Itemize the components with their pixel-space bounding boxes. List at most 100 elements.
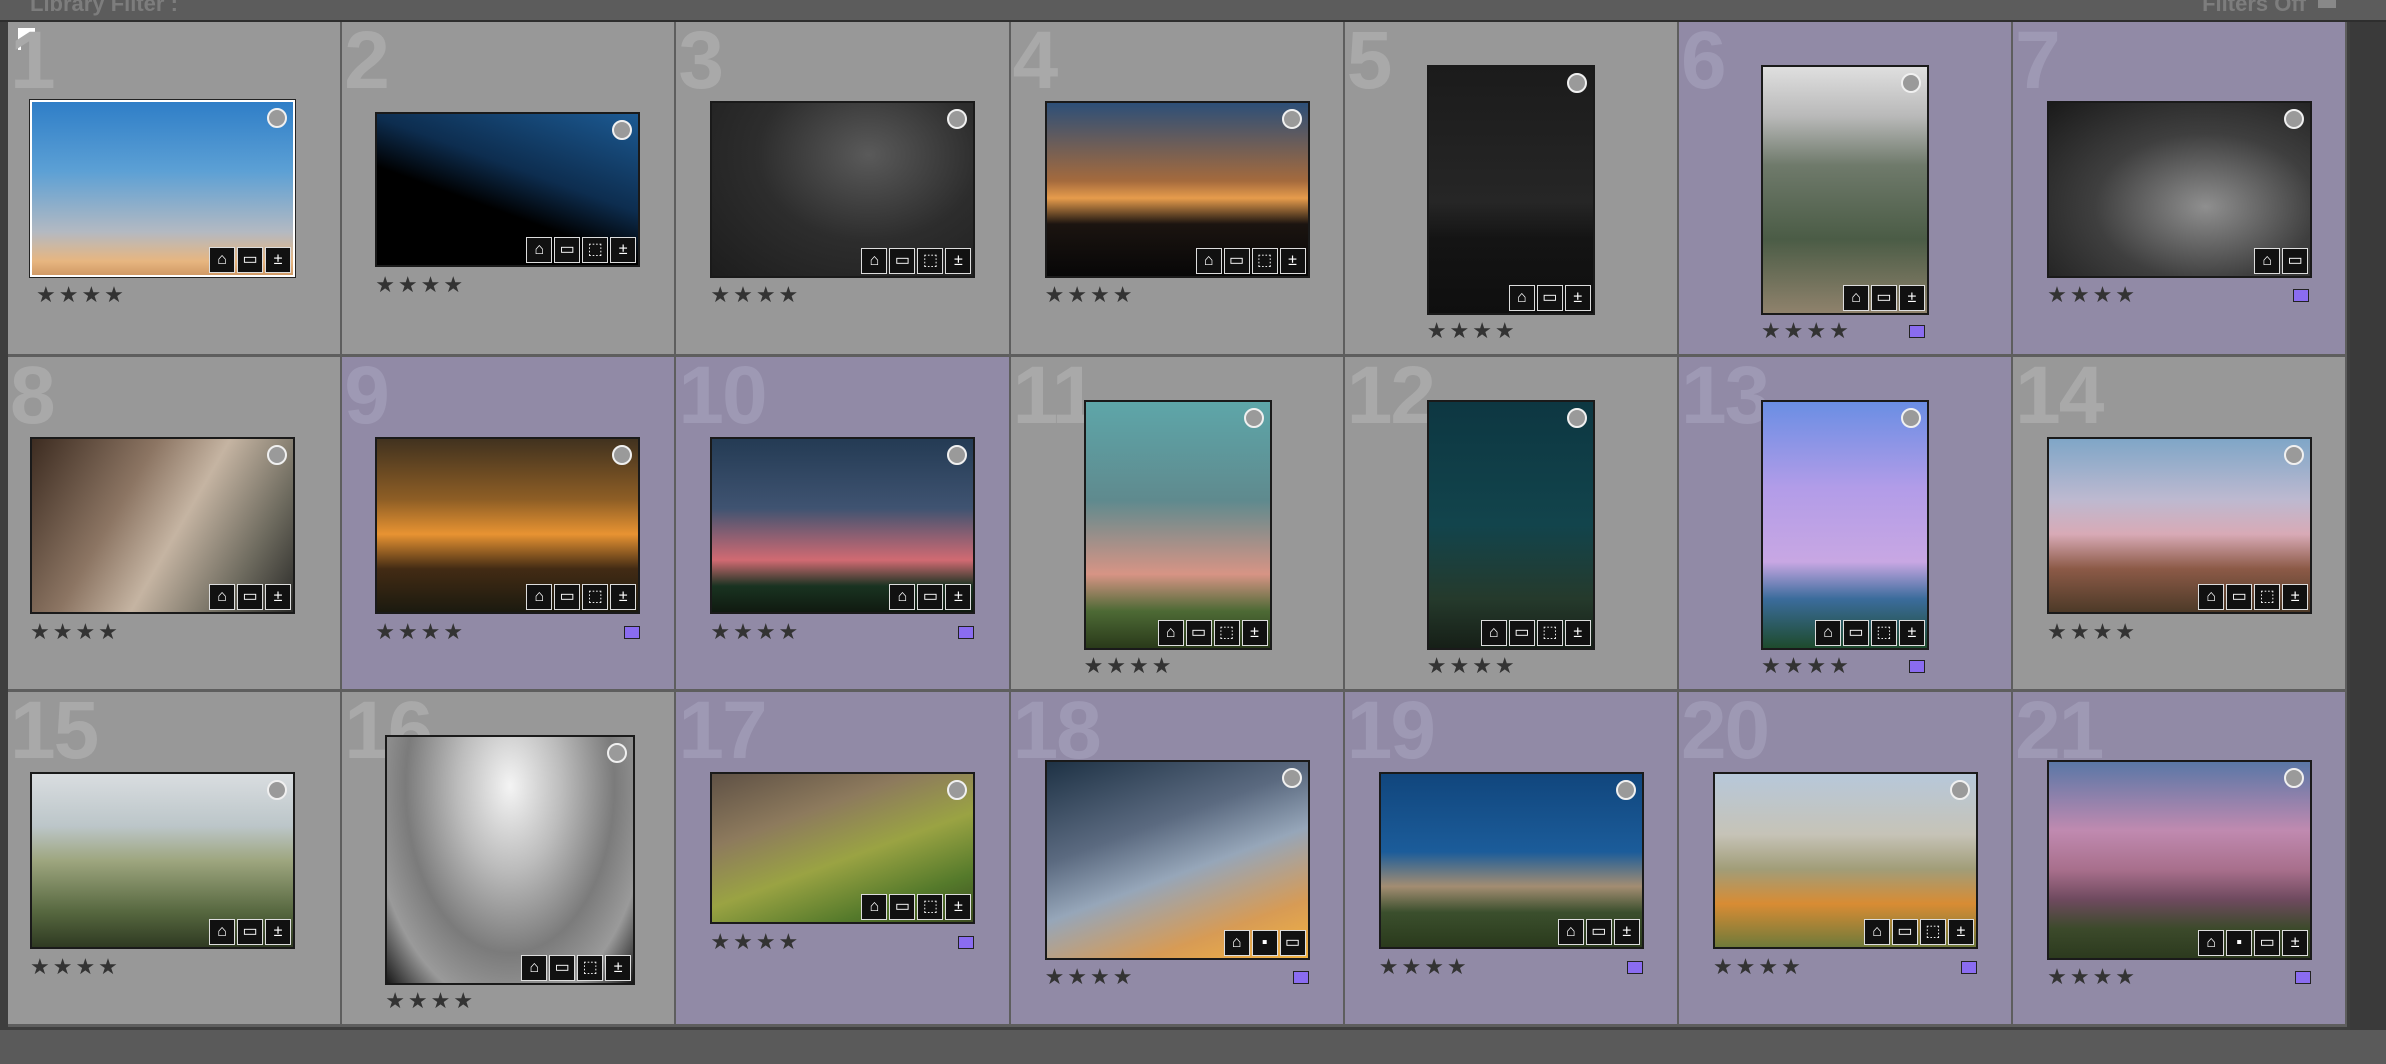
keyword-badge-icon[interactable]: ⌂ bbox=[889, 584, 916, 610]
photo-thumbnail[interactable]: ⌂ ▭ ⬚ ± bbox=[385, 735, 636, 985]
crop-badge-icon[interactable]: ▭ bbox=[1508, 620, 1535, 646]
crop-badge-icon[interactable]: ▭ bbox=[2282, 248, 2309, 274]
quick-collection-icon[interactable] bbox=[1566, 408, 1587, 428]
grid-cell[interactable]: 14 ⌂ ▭ ⬚ ± ★★★★ bbox=[2013, 357, 2348, 692]
collection-badge-icon[interactable]: ⬚ bbox=[1536, 620, 1563, 646]
develop-badge-icon[interactable]: ± bbox=[1564, 285, 1591, 311]
photo-thumbnail[interactable]: ⌂ ▭ bbox=[2047, 101, 2313, 278]
star-rating[interactable]: ★★★★ bbox=[1427, 318, 1518, 344]
photo-thumbnail[interactable]: ⌂ ▭ ⬚ ± bbox=[1426, 400, 1595, 650]
develop-badge-icon[interactable]: ± bbox=[1241, 620, 1268, 646]
develop-badge-icon[interactable]: ± bbox=[1947, 919, 1974, 945]
star-rating[interactable]: ★★★★ bbox=[710, 282, 801, 308]
keyword-badge-icon[interactable]: ⌂ bbox=[1842, 285, 1869, 311]
keyword-badge-icon[interactable]: ⌂ bbox=[861, 894, 888, 920]
develop-badge-icon[interactable]: ± bbox=[945, 894, 972, 920]
color-label[interactable] bbox=[1626, 961, 1643, 974]
crop-badge-icon[interactable]: ▭ bbox=[549, 955, 576, 981]
keyword-badge-icon[interactable]: ⌂ bbox=[1223, 930, 1250, 956]
develop-badge-icon[interactable]: ± bbox=[610, 584, 637, 610]
crop-badge-icon[interactable]: ▭ bbox=[889, 248, 916, 274]
quick-collection-icon[interactable] bbox=[2284, 445, 2305, 465]
develop-badge-icon[interactable]: ± bbox=[945, 584, 972, 610]
grid-cell[interactable]: 5 ⌂ ▭ ± ★★★★ bbox=[1344, 22, 1679, 357]
photo-thumbnail[interactable]: ⌂ ▭ ⬚ ± bbox=[375, 437, 641, 614]
photo-thumbnail[interactable]: ⌂ ▭ ± bbox=[30, 437, 295, 614]
quick-collection-icon[interactable] bbox=[1243, 408, 1264, 428]
quick-collection-icon[interactable] bbox=[267, 445, 287, 465]
grid-cell[interactable]: 21 ⌂ ▪ ▭ ± ★★★★ bbox=[2013, 692, 2348, 1027]
keyword-badge-icon[interactable]: ⌂ bbox=[526, 584, 553, 610]
quick-collection-icon[interactable] bbox=[612, 120, 633, 140]
collection-badge-icon[interactable]: ⬚ bbox=[917, 248, 944, 274]
develop-badge-icon[interactable]: ± bbox=[2282, 930, 2309, 956]
grid-cell[interactable]: 8 ⌂ ▭ ± ★★★★ bbox=[8, 357, 343, 692]
crop-badge-icon[interactable]: ▭ bbox=[1536, 285, 1563, 311]
photo-thumbnail[interactable]: ⌂ ▭ ± bbox=[30, 100, 295, 277]
color-label[interactable] bbox=[958, 936, 975, 949]
develop-badge-icon[interactable]: ± bbox=[945, 248, 972, 274]
star-rating[interactable]: ★★★★ bbox=[710, 619, 801, 645]
quick-collection-icon[interactable] bbox=[607, 743, 628, 763]
keyword-badge-icon[interactable]: ⌂ bbox=[1195, 248, 1222, 274]
photo-thumbnail[interactable]: ⌂ ▭ ⬚ ± bbox=[1044, 101, 1310, 278]
photo-thumbnail[interactable]: ⌂ ▭ ⬚ ± bbox=[710, 772, 976, 924]
keyword-badge-icon[interactable]: ⌂ bbox=[1157, 620, 1184, 646]
develop-badge-icon[interactable]: ± bbox=[1613, 919, 1640, 945]
star-rating[interactable]: ★★★★ bbox=[30, 619, 121, 645]
grid-cell[interactable]: 11 ⌂ ▭ ⬚ ± ★★★★ bbox=[1010, 357, 1345, 692]
crop-badge-icon[interactable]: ▭ bbox=[2254, 930, 2281, 956]
star-rating[interactable]: ★★★★ bbox=[710, 929, 801, 955]
photo-thumbnail[interactable]: ⌂ ▭ ± bbox=[1760, 65, 1929, 315]
keyword-badge-icon[interactable]: ⌂ bbox=[1508, 285, 1535, 311]
star-rating[interactable]: ★★★★ bbox=[36, 282, 127, 308]
keyword-badge-icon[interactable]: ⌂ bbox=[521, 955, 548, 981]
keyword-badge-icon[interactable]: ⌂ bbox=[209, 247, 235, 273]
quick-collection-icon[interactable] bbox=[2284, 109, 2305, 129]
crop-badge-icon[interactable]: ▭ bbox=[917, 584, 944, 610]
collection-badge-icon[interactable]: ⬚ bbox=[1870, 620, 1897, 646]
crop-badge-icon[interactable]: ▭ bbox=[237, 919, 263, 945]
star-rating[interactable]: ★★★★ bbox=[1761, 318, 1852, 344]
grid-cell[interactable]: 20 ⌂ ▭ ⬚ ± ★★★★ bbox=[1678, 692, 2014, 1027]
color-label[interactable] bbox=[1908, 660, 1925, 673]
quick-collection-icon[interactable] bbox=[1900, 73, 1921, 93]
quick-collection-icon[interactable] bbox=[947, 445, 968, 465]
comment-badge-icon[interactable]: ▪ bbox=[1251, 930, 1278, 956]
grid-cell[interactable]: 19 ⌂ ▭ ± ★★★★ bbox=[1344, 692, 1679, 1027]
photo-thumbnail[interactable]: ⌂ ▭ ⬚ ± bbox=[1760, 400, 1929, 650]
collection-badge-icon[interactable]: ⬚ bbox=[1213, 620, 1240, 646]
color-label[interactable] bbox=[2295, 971, 2312, 984]
photo-thumbnail[interactable]: ⌂ ▭ ± bbox=[710, 437, 976, 614]
crop-badge-icon[interactable]: ▭ bbox=[1185, 620, 1212, 646]
photo-thumbnail[interactable]: ⌂ ▭ ± bbox=[30, 772, 295, 949]
star-rating[interactable]: ★★★★ bbox=[375, 619, 466, 645]
quick-collection-icon[interactable] bbox=[1281, 768, 1302, 788]
quick-collection-icon[interactable] bbox=[1281, 109, 1302, 129]
keyword-badge-icon[interactable]: ⌂ bbox=[861, 248, 888, 274]
grid-cell[interactable]: 9 ⌂ ▭ ⬚ ± ★★★★ bbox=[342, 357, 677, 692]
star-rating[interactable]: ★★★★ bbox=[2047, 964, 2138, 990]
grid-cell[interactable]: 12 ⌂ ▭ ⬚ ± ★★★★ bbox=[1344, 357, 1679, 692]
develop-badge-icon[interactable]: ± bbox=[1564, 620, 1591, 646]
crop-badge-icon[interactable]: ▭ bbox=[889, 894, 916, 920]
collection-badge-icon[interactable]: ⬚ bbox=[582, 237, 609, 263]
crop-badge-icon[interactable]: ▭ bbox=[554, 584, 581, 610]
filters-off-dropdown[interactable]: Filters Off bbox=[2202, 0, 2306, 17]
photo-thumbnail[interactable]: ⌂ ▭ ⬚ ± bbox=[375, 112, 641, 267]
photo-thumbnail[interactable]: ⌂ ▭ ± bbox=[1378, 772, 1644, 949]
quick-collection-icon[interactable] bbox=[947, 109, 968, 129]
lock-icon[interactable] bbox=[2318, 0, 2336, 8]
develop-badge-icon[interactable]: ± bbox=[265, 584, 291, 610]
color-label[interactable] bbox=[958, 626, 975, 639]
photo-thumbnail[interactable]: ⌂ ▭ ⬚ ± bbox=[1083, 400, 1272, 650]
develop-badge-icon[interactable]: ± bbox=[265, 919, 291, 945]
star-rating[interactable]: ★★★★ bbox=[1713, 954, 1804, 980]
star-rating[interactable]: ★★★★ bbox=[1045, 964, 1136, 990]
develop-badge-icon[interactable]: ± bbox=[1898, 285, 1925, 311]
grid-cell[interactable]: 7 ⌂ ▭ ★★★★ bbox=[2013, 22, 2348, 357]
crop-badge-icon[interactable]: ▭ bbox=[1279, 930, 1306, 956]
collection-badge-icon[interactable]: ⬚ bbox=[577, 955, 604, 981]
comment-badge-icon[interactable]: ▪ bbox=[2226, 930, 2253, 956]
star-rating[interactable]: ★★★★ bbox=[1761, 653, 1852, 679]
